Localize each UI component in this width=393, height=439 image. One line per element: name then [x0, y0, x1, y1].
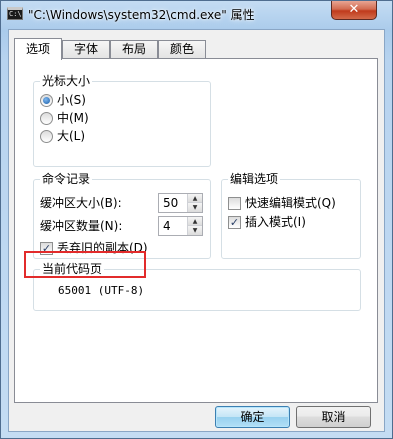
title-bar[interactable]: C:\ "C:\Windows\system32\cmd.exe" 属性 ✕ — [1, 1, 392, 29]
buffer-count-label: 缓冲区数量(N): — [40, 219, 123, 233]
options-tab-panel: 光标大小 小(S) 中(M) 大(L) 命令记录 缓冲区大小(B): 50 ▲ … — [14, 58, 378, 403]
radio-checked-icon — [40, 94, 53, 107]
code-page-highlight-box — [24, 251, 146, 278]
checkbox-unchecked-icon — [228, 197, 241, 210]
cmd-console-icon: C:\ — [7, 7, 23, 20]
buffer-size-stepper[interactable]: 50 ▲ ▼ — [158, 193, 203, 213]
ok-button[interactable]: 确定 — [215, 406, 290, 428]
buffer-count-value: 4 — [163, 219, 171, 233]
close-button[interactable]: ✕ — [331, 1, 377, 20]
edit-options-title: 编辑选项 — [228, 172, 281, 186]
radio-unchecked-icon — [40, 130, 53, 143]
checkmark-icon: ✓ — [228, 216, 241, 229]
insert-mode-label: 插入模式(I) — [245, 215, 306, 229]
spin-down-icon[interactable]: ▼ — [188, 203, 202, 212]
cursor-large-label: 大(L) — [57, 129, 86, 143]
spin-up-icon[interactable]: ▲ — [188, 217, 202, 226]
buffer-count-stepper[interactable]: 4 ▲ ▼ — [158, 216, 203, 236]
spin-up-icon[interactable]: ▲ — [188, 194, 202, 203]
buffer-size-label: 缓冲区大小(B): — [40, 196, 122, 210]
command-history-title: 命令记录 — [40, 172, 93, 186]
cancel-button[interactable]: 取消 — [296, 406, 371, 428]
edit-options-group: 编辑选项 快速编辑模式(Q) ✓ 插入模式(I) — [221, 172, 361, 259]
spin-down-icon[interactable]: ▼ — [188, 226, 202, 235]
cursor-small-label: 小(S) — [57, 93, 86, 107]
buffer-count-spin-buttons: ▲ ▼ — [187, 217, 202, 235]
properties-window: C:\ "C:\Windows\system32\cmd.exe" 属性 ✕ 选… — [0, 0, 393, 439]
quick-edit-label: 快速编辑模式(Q) — [245, 196, 336, 210]
cursor-medium-label: 中(M) — [57, 111, 89, 125]
cursor-size-group: 光标大小 小(S) 中(M) 大(L) — [33, 74, 211, 167]
buffer-size-value: 50 — [163, 196, 179, 210]
radio-unchecked-icon — [40, 112, 53, 125]
tab-colors[interactable]: 颜色 — [158, 40, 206, 59]
dialog-client-area: 选项 字体 布局 颜色 光标大小 小(S) 中(M) 大(L) 命令记录 缓冲区… — [8, 29, 385, 432]
window-title: "C:\Windows\system32\cmd.exe" 属性 — [28, 8, 255, 22]
command-history-group: 命令记录 缓冲区大小(B): 50 ▲ ▼ 缓冲区数量(N): 4 ▲ ▼ ✓ … — [33, 172, 211, 259]
tab-font[interactable]: 字体 — [62, 40, 110, 59]
code-page-value: 65001 (UTF-8) — [58, 284, 145, 297]
cursor-size-title: 光标大小 — [40, 74, 93, 88]
buffer-size-spin-buttons: ▲ ▼ — [187, 194, 202, 212]
tab-options[interactable]: 选项 — [14, 38, 62, 60]
tab-layout[interactable]: 布局 — [110, 40, 158, 59]
